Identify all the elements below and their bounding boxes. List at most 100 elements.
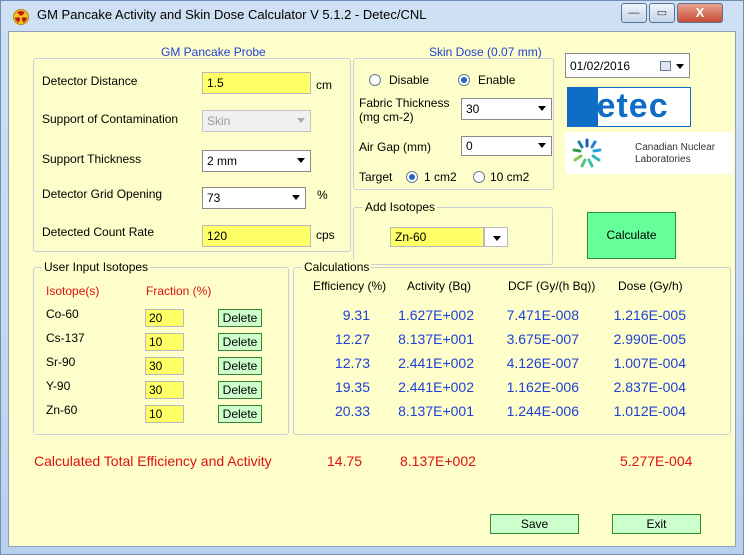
date-picker[interactable]: 01/02/2016 <box>565 53 690 78</box>
efficiency-value: 20.33 <box>334 403 370 419</box>
support-thickness-value: 2 mm <box>207 154 237 168</box>
air-gap-label: Air Gap (mm) <box>359 140 431 154</box>
chevron-down-icon <box>538 106 546 111</box>
dcf-value: 4.126E-007 <box>506 355 579 371</box>
activity-column-header: Activity (Bq) <box>407 279 472 293</box>
disable-radio[interactable] <box>369 74 381 86</box>
isotope-name: Co-60 <box>46 307 79 321</box>
minimize-button[interactable]: — <box>621 3 647 23</box>
dcf-value: 3.675E-007 <box>506 331 579 347</box>
dcf-value: 1.244E-006 <box>506 403 579 419</box>
enable-label: Enable <box>478 73 516 87</box>
total-dose-value: 5.277E-004 <box>620 453 693 469</box>
dose-value: 2.837E-004 <box>613 379 686 395</box>
target-10cm2-label: 10 cm2 <box>490 170 530 184</box>
disable-label: Disable <box>389 73 430 87</box>
maximize-button[interactable]: ▭ <box>649 3 675 23</box>
probe-group-title: GM Pancake Probe <box>161 45 266 59</box>
fraction-input[interactable]: 10 <box>145 405 184 423</box>
detector-distance-unit: cm <box>316 78 332 92</box>
calculations-title: Calculations <box>302 260 372 274</box>
chevron-down-icon <box>292 195 300 200</box>
cnl-logo: Canadian Nuclear Laboratories <box>565 132 733 174</box>
efficiency-column-header: Efficiency (%) <box>313 279 387 293</box>
activity-value: 8.137E+001 <box>398 403 474 419</box>
air-gap-select[interactable]: 0 <box>461 136 552 156</box>
support-contamination-label: Support of Contamination <box>42 112 179 126</box>
grid-opening-unit: % <box>317 188 328 202</box>
support-contamination-select[interactable]: Skin <box>202 110 311 132</box>
save-button[interactable]: Save <box>490 514 579 534</box>
totals-label: Calculated Total Efficiency and Activity <box>34 453 272 469</box>
support-thickness-select[interactable]: 2 mm <box>202 150 311 172</box>
cnl-burst-icon <box>572 138 602 168</box>
chevron-down-icon <box>297 118 305 123</box>
title-bar: GM Pancake Activity and Skin Dose Calcul… <box>1 1 743 29</box>
total-efficiency-value: 14.75 <box>327 453 363 469</box>
target-label: Target <box>359 170 393 184</box>
detec-logo: Detec <box>567 87 691 127</box>
fabric-thickness-label: Fabric Thickness <box>359 96 450 110</box>
air-gap-value: 0 <box>466 139 473 153</box>
target-10cm2-radio[interactable] <box>473 171 485 183</box>
detec-logo-text: Detec <box>571 87 669 125</box>
detector-distance-input[interactable]: 1.5 <box>202 72 311 94</box>
target-1cm2-label: 1 cm2 <box>424 170 457 184</box>
enable-radio[interactable] <box>458 74 470 86</box>
isotope-column-header: Isotope(s) <box>46 284 100 298</box>
fraction-input[interactable]: 30 <box>145 381 184 399</box>
activity-value: 1.627E+002 <box>398 307 474 323</box>
delete-button[interactable]: Delete <box>218 357 262 375</box>
chevron-down-icon <box>676 64 684 69</box>
add-isotope-value: Zn-60 <box>390 227 484 247</box>
isotope-name: Zn-60 <box>46 403 78 417</box>
calculate-button[interactable]: Calculate <box>587 212 676 259</box>
dose-column-header: Dose (Gy/h) <box>618 279 683 293</box>
fraction-input[interactable]: 20 <box>145 309 184 327</box>
target-1cm2-radio[interactable] <box>406 171 418 183</box>
fabric-thickness-select[interactable]: 30 <box>461 98 552 120</box>
activity-value: 2.441E+002 <box>398 379 474 395</box>
fraction-input[interactable]: 10 <box>145 333 184 351</box>
dose-value: 2.990E-005 <box>613 331 686 347</box>
activity-value: 2.441E+002 <box>398 355 474 371</box>
window-title: GM Pancake Activity and Skin Dose Calcul… <box>37 7 427 22</box>
dcf-value: 7.471E-008 <box>506 307 579 323</box>
efficiency-value: 12.73 <box>334 355 370 371</box>
fraction-input[interactable]: 30 <box>145 357 184 375</box>
detector-distance-label: Detector Distance <box>42 74 138 88</box>
fabric-thickness-value: 30 <box>466 102 480 116</box>
calendar-icon <box>660 61 671 71</box>
count-rate-unit: cps <box>316 228 335 242</box>
fraction-column-header: Fraction (%) <box>146 284 212 298</box>
dose-value: 1.012E-004 <box>613 403 686 419</box>
delete-button[interactable]: Delete <box>218 309 262 327</box>
count-rate-input[interactable]: 120 <box>202 225 311 247</box>
chevron-down-icon <box>538 143 546 148</box>
grid-opening-select[interactable]: 73 <box>202 187 306 209</box>
add-isotope-dropdown[interactable] <box>484 227 508 247</box>
dose-value: 1.007E-004 <box>613 355 686 371</box>
add-isotopes-title: Add Isotopes <box>363 200 438 214</box>
date-value: 01/02/2016 <box>570 59 631 73</box>
app-window: GM Pancake Activity and Skin Dose Calcul… <box>0 0 744 555</box>
cnl-logo-line2: Laboratories <box>635 154 691 165</box>
delete-button[interactable]: Delete <box>218 405 262 423</box>
delete-button[interactable]: Delete <box>218 333 262 351</box>
chevron-down-icon <box>297 158 305 163</box>
main-panel: GM Pancake Probe Detector Distance 1.5 c… <box>8 31 736 547</box>
total-activity-value: 8.137E+002 <box>400 453 476 469</box>
efficiency-value: 12.27 <box>334 331 370 347</box>
close-button[interactable]: X <box>677 3 723 23</box>
isotope-name: Sr-90 <box>46 355 76 369</box>
dcf-value: 1.162E-006 <box>506 379 579 395</box>
exit-button[interactable]: Exit <box>612 514 701 534</box>
add-isotope-select[interactable]: Zn-60 <box>390 227 510 247</box>
support-contamination-value: Skin <box>207 114 231 128</box>
fabric-thickness-unit-label: (mg cm-2) <box>359 110 414 124</box>
skin-dose-title: Skin Dose (0.07 mm) <box>429 45 542 59</box>
user-isotopes-title: User Input Isotopes <box>42 260 151 274</box>
isotope-name: Y-90 <box>46 379 71 393</box>
support-thickness-label: Support Thickness <box>42 152 142 166</box>
delete-button[interactable]: Delete <box>218 381 262 399</box>
